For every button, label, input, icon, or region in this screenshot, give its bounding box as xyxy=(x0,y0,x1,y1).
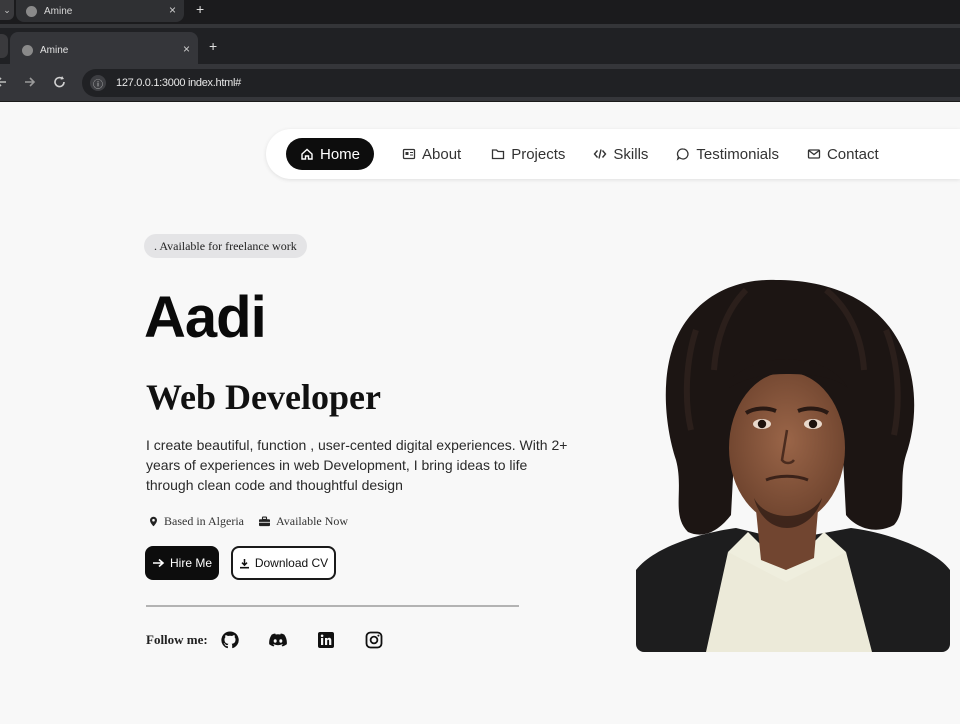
follow-label: Follow me: xyxy=(146,632,208,647)
download-cv-button[interactable]: Download CV xyxy=(231,546,336,580)
folder-icon xyxy=(492,149,505,160)
nav-contact-label: Contact xyxy=(826,145,879,163)
code-icon xyxy=(593,149,607,159)
linkedin-icon[interactable] xyxy=(316,630,336,650)
hero-description: I create beautiful, function , user-cent… xyxy=(146,437,568,493)
reload-icon[interactable] xyxy=(53,73,67,91)
background-tab[interactable]: Amine × xyxy=(16,0,184,22)
nav-home[interactable]: Home xyxy=(286,138,375,170)
briefcase-icon xyxy=(258,516,270,527)
close-tab-icon[interactable]: × xyxy=(183,42,190,56)
discord-icon[interactable] xyxy=(268,630,288,650)
nav-testimonials-label: Testimonials xyxy=(696,145,779,163)
globe-icon xyxy=(26,5,37,17)
nav-contact[interactable]: Contact xyxy=(795,138,891,170)
forward-icon[interactable] xyxy=(24,73,36,91)
location-pin-icon xyxy=(150,516,157,527)
globe-icon xyxy=(22,44,33,56)
new-tab-button[interactable]: + xyxy=(209,38,217,54)
back-icon[interactable] xyxy=(0,73,8,91)
hire-me-button[interactable]: Hire Me xyxy=(145,546,219,580)
mail-icon xyxy=(807,149,821,159)
new-tab-button[interactable]: + xyxy=(196,1,204,17)
tab-strip: Amine × + xyxy=(0,24,960,68)
nav-projects-label: Projects xyxy=(511,145,566,163)
arrow-right-icon xyxy=(152,558,165,568)
chat-icon xyxy=(677,148,689,161)
browser-toolbar: ⓘ 127.0.0.1:3000 index.html# xyxy=(0,64,960,102)
section-divider xyxy=(146,605,519,607)
profile-photo xyxy=(636,270,950,652)
tab-list-chevron-icon[interactable] xyxy=(0,34,8,58)
hero-name: Aadi xyxy=(144,285,267,350)
instagram-icon[interactable] xyxy=(364,630,384,650)
availability-badge: . Available for freelance work xyxy=(144,234,307,258)
nav-about-label: About xyxy=(422,145,462,163)
tab-list-chevron-icon[interactable]: ⌄ xyxy=(0,0,14,20)
site-navbar: Home About Projects Skills Testimonials … xyxy=(266,129,960,179)
download-cv-label: Download CV xyxy=(254,556,329,570)
availability-text: Available Now xyxy=(275,514,349,528)
site-info-icon[interactable]: ⓘ xyxy=(90,75,106,91)
availability-meta: Available Now xyxy=(258,514,348,529)
address-bar[interactable]: ⓘ 127.0.0.1:3000 index.html# xyxy=(82,69,960,97)
background-window-strip: ⌄ Amine × + xyxy=(0,0,960,24)
home-icon xyxy=(301,148,313,160)
location-meta: Based in Algeria xyxy=(148,514,244,529)
nav-skills-label: Skills xyxy=(613,145,649,163)
hire-me-label: Hire Me xyxy=(169,556,212,570)
nav-about[interactable]: About xyxy=(390,138,473,170)
location-text: Based in Algeria xyxy=(164,514,244,528)
portfolio-page: Home About Projects Skills Testimonials … xyxy=(0,102,960,724)
close-tab-icon[interactable]: × xyxy=(169,3,176,17)
active-tab[interactable]: Amine × xyxy=(10,32,198,68)
active-tab-title: Amine xyxy=(40,44,69,56)
background-tab-title: Amine xyxy=(44,5,73,17)
id-card-icon xyxy=(402,148,416,160)
nav-home-label: Home xyxy=(320,145,361,163)
url-text[interactable]: 127.0.0.1:3000 index.html# xyxy=(116,77,241,89)
nav-testimonials[interactable]: Testimonials xyxy=(664,138,791,170)
nav-skills[interactable]: Skills xyxy=(581,138,660,170)
github-icon[interactable] xyxy=(220,630,240,650)
download-icon xyxy=(239,558,249,568)
hero-meta: Based in Algeria Available Now xyxy=(148,514,362,529)
nav-projects[interactable]: Projects xyxy=(479,138,577,170)
hero-role: Web Developer xyxy=(146,377,381,417)
